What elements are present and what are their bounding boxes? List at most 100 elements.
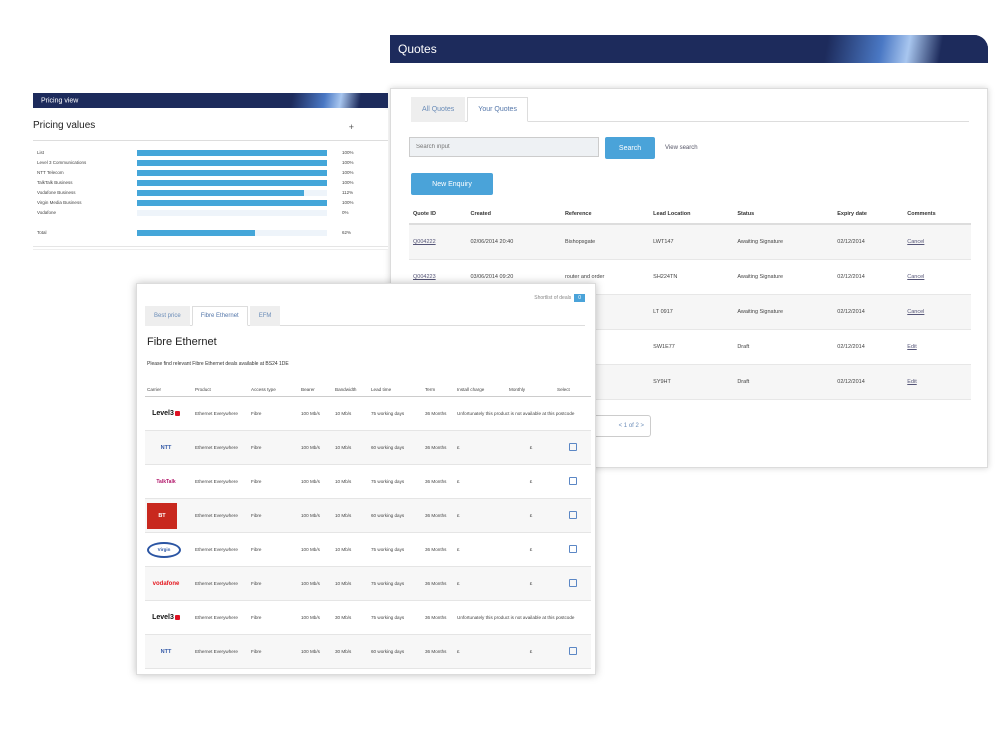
search-input[interactable] [409, 137, 599, 157]
cell-comments[interactable]: Edit [903, 364, 971, 400]
select-checkbox[interactable] [569, 545, 577, 553]
cell-bearer: 100 Mb/s [299, 566, 333, 601]
cell-product: Ethernet Everywhere [193, 430, 249, 465]
cell-select [555, 566, 591, 601]
select-checkbox[interactable] [569, 647, 577, 655]
col-quote-id[interactable]: Quote ID [409, 205, 467, 225]
cell-bearer: 100 Mb/s [299, 498, 333, 533]
tab-your-quotes[interactable]: Your Quotes [467, 97, 528, 122]
table-row: Level3 Ethernet Everywhere Fibre 100 Mb/s 30… [145, 600, 591, 635]
carrier-logo: NTT [160, 444, 172, 451]
cell-term: 36 Months [423, 600, 455, 635]
cell-comments[interactable]: Edit [903, 329, 971, 365]
cell-unavailable-note: Unfortunately this product is not availa… [455, 600, 591, 635]
cell-lead-location: SW1E77 [649, 329, 734, 365]
col-lead-location[interactable]: Lead Location [649, 205, 734, 225]
divider [33, 140, 388, 141]
col-lead-time[interactable]: Lead time [369, 383, 423, 397]
cell-bandwidth: 30 Mb/s [333, 634, 369, 669]
cell-lead-location: LT 0917 [649, 294, 734, 330]
cell-monthly: £ [507, 634, 555, 669]
pricing-bar-fill [137, 180, 327, 186]
cell-term: 36 Months [423, 532, 455, 567]
cell-access-type: Fibre [249, 430, 299, 465]
cell-lead-time: 75 working days [369, 532, 423, 567]
cell-status: Awaiting Signature [733, 294, 834, 330]
select-checkbox[interactable] [569, 511, 577, 519]
pricing-row-label: Total [37, 230, 47, 235]
select-checkbox[interactable] [569, 579, 577, 587]
cell-created: 02/06/2014 20:40 [466, 224, 561, 260]
tab-best-price[interactable]: Best price [145, 306, 190, 326]
cell-access-type: Fibre [249, 634, 299, 669]
cell-monthly: £ [507, 464, 555, 499]
carrier-logo: vodafone [152, 580, 180, 587]
carrier-logo: TalkTalk [156, 478, 176, 485]
pricing-row: List 100% [37, 150, 367, 156]
col-expiry[interactable]: Expiry date [833, 205, 904, 225]
col-reference[interactable]: Reference [560, 205, 650, 225]
cell-access-type: Fibre [249, 532, 299, 567]
tab-efm[interactable]: EFM [249, 306, 281, 326]
search-button[interactable]: Search [605, 137, 655, 159]
cell-carrier: NTT [145, 634, 193, 669]
expand-icon[interactable]: + [349, 122, 354, 132]
pricing-bar-fill [137, 190, 305, 196]
cell-product: Ethernet Everywhere [193, 498, 249, 533]
cell-bearer: 100 Mb/s [299, 464, 333, 499]
pricing-row-label: TalkTalk Business [37, 180, 73, 185]
cell-access-type: Fibre [249, 600, 299, 635]
cell-quote-id[interactable]: Q004222 [409, 224, 467, 260]
cell-term: 36 Months [423, 464, 455, 499]
cell-comments[interactable]: Cancel [903, 224, 971, 260]
cell-comments[interactable]: Cancel [903, 294, 971, 330]
cell-status: Awaiting Signature [733, 259, 834, 295]
pricing-bar-track [137, 150, 327, 156]
view-search-link[interactable]: View search [665, 145, 698, 151]
pagination-select[interactable]: < 1 of 2 > [591, 415, 651, 437]
select-checkbox[interactable] [569, 443, 577, 451]
shortlist[interactable]: Shortlist of deals 0 [534, 294, 585, 302]
table-row: BT Ethernet Everywhere Fibre 100 Mb/s 10 Mb/… [145, 498, 591, 533]
pricing-panel: Pricing values + List 100% Level 3 Communi… [33, 110, 388, 250]
cell-install-charge: £ [455, 634, 507, 669]
pricing-row-label: List [37, 150, 45, 155]
banner-swoosh [228, 93, 388, 108]
pricing-row: TalkTalk Business 100% [37, 180, 367, 186]
col-term[interactable]: Term [423, 383, 455, 397]
pricing-title: Pricing values [33, 120, 96, 131]
pricing-row-value: 62% [342, 230, 352, 235]
cell-access-type: Fibre [249, 498, 299, 533]
table-row: TalkTalk Ethernet Everywhere Fibre 100 Mb/s… [145, 464, 591, 499]
cell-lead-time: 75 working days [369, 396, 423, 431]
cell-term: 36 Months [423, 430, 455, 465]
pricing-row: Vodafone Business 112% [37, 190, 367, 196]
col-status[interactable]: Status [733, 205, 834, 225]
pricing-bar-track [137, 160, 327, 166]
cell-select [555, 634, 591, 669]
col-bearer[interactable]: Bearer [299, 383, 333, 397]
cell-install-charge: £ [455, 532, 507, 567]
cell-status: Draft [733, 329, 834, 365]
col-monthly[interactable]: Monthly [507, 383, 555, 397]
col-carrier[interactable]: Carrier [145, 383, 193, 397]
col-created[interactable]: Created [466, 205, 561, 225]
pricing-row-value: 100% [342, 150, 354, 155]
cell-comments[interactable]: Cancel [903, 259, 971, 295]
cell-reference: Bishopsgate [560, 224, 650, 260]
select-checkbox[interactable] [569, 477, 577, 485]
cell-bearer: 100 Mb/s [299, 600, 333, 635]
tab-fibre-ethernet[interactable]: Fibre Ethernet [191, 306, 248, 326]
col-access-type[interactable]: Access type [249, 383, 299, 397]
col-bandwidth[interactable]: Bandwidth [333, 383, 369, 397]
col-install-charge[interactable]: Install charge [455, 383, 507, 397]
col-product[interactable]: Product [193, 383, 249, 397]
pricing-banner-title: Pricing view [41, 97, 79, 104]
cell-access-type: Fibre [249, 566, 299, 601]
tab-all-quotes[interactable]: All Quotes [411, 97, 466, 122]
quotes-banner-title: Quotes [398, 42, 437, 56]
new-enquiry-button[interactable]: New Enquiry [411, 173, 493, 195]
cell-lead-time: 60 working days [369, 498, 423, 533]
cell-lead-time: 75 working days [369, 566, 423, 601]
carrier-logo: BT [147, 502, 177, 529]
